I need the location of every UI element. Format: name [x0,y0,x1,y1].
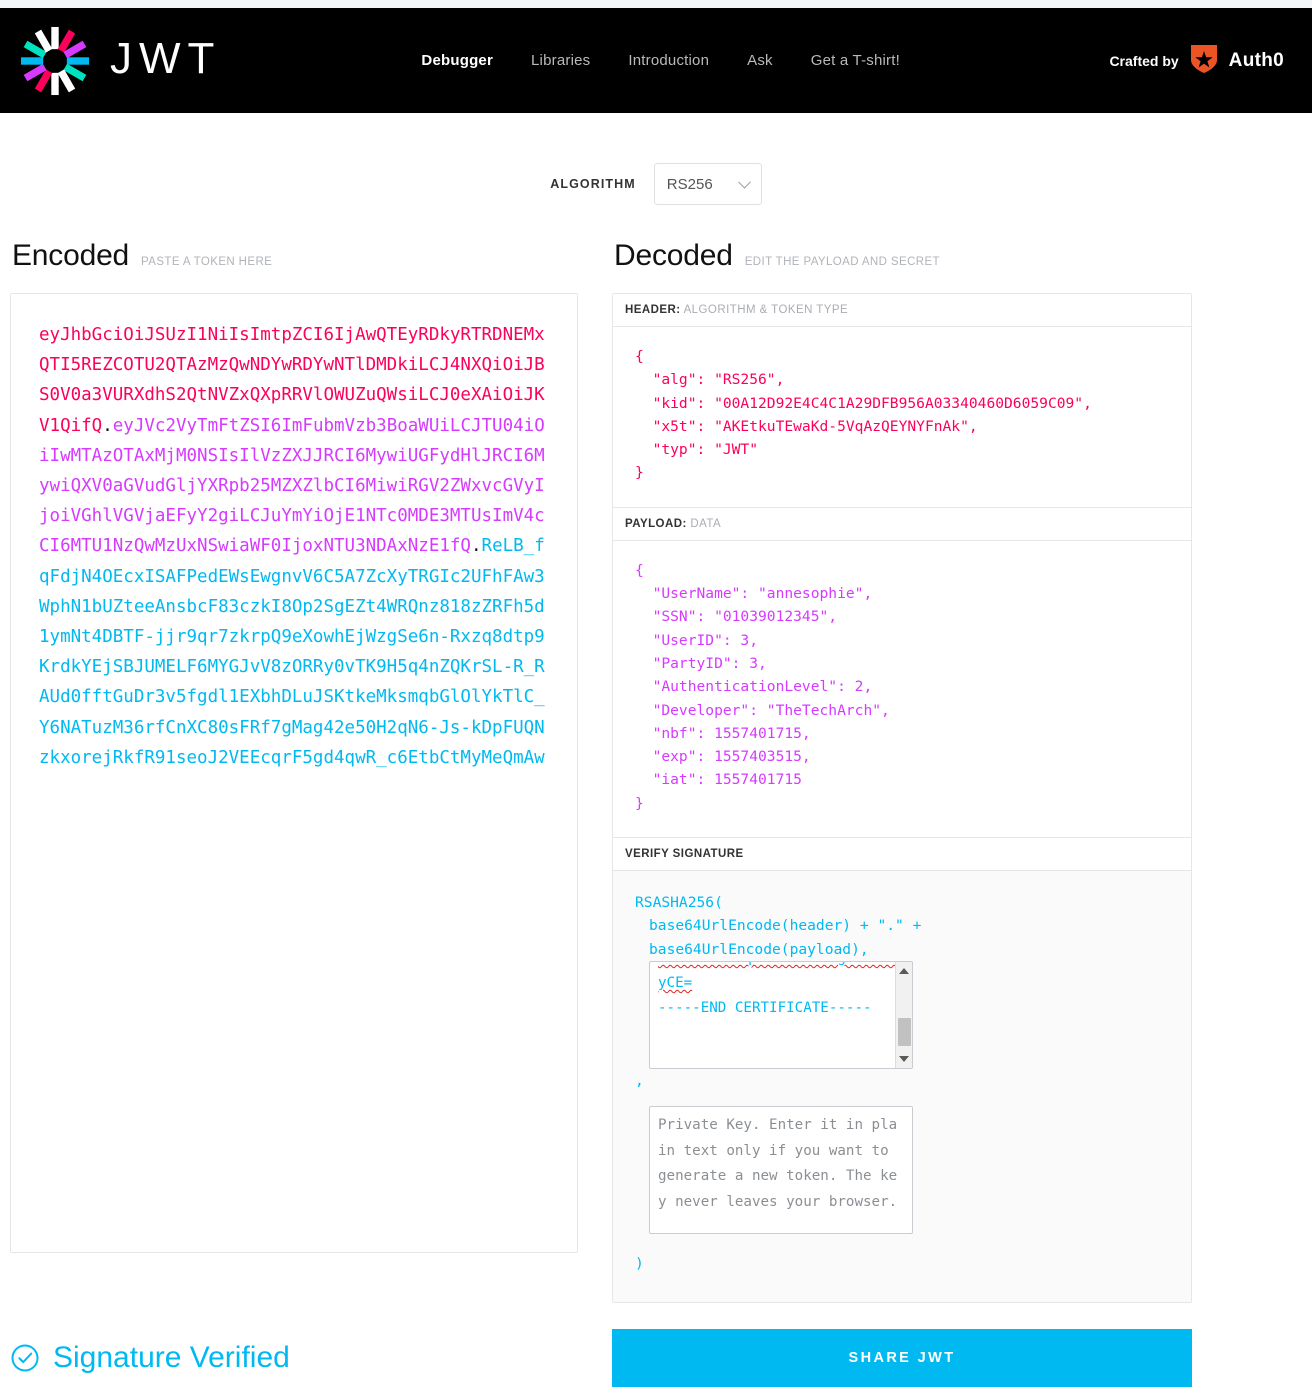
decoded-pane: Decoded EDIT THE PAYLOAD AND SECRET HEAD… [612,239,1192,1303]
algorithm-select[interactable]: RS256 [653,163,762,205]
header-panel-label-main: HEADER: [625,304,681,316]
signature-panel-label: VERIFY SIGNATURE [613,838,1191,872]
brand[interactable]: JWT [18,24,221,98]
nav-link-libraries[interactable]: Libraries [531,52,590,69]
decoded-header: Decoded EDIT THE PAYLOAD AND SECRET [612,239,1192,273]
decoded-title: Decoded [614,239,733,272]
encoded-pane: Encoded PASTE A TOKEN HERE eyJhbGciOiJSU… [10,239,578,1253]
verify-signature-body: RSASHA256( base64UrlEncode(header) + "."… [613,871,1191,1302]
auth0-brand-name: Auth0 [1228,49,1284,71]
scroll-down-arrow-icon[interactable] [899,1055,909,1062]
encoded-token-text: eyJhbGciOiJSUzI1NiIsImtpZCI6IjAwQTEyRDky… [39,320,549,773]
share-jwt-button[interactable]: SHARE JWT [612,1328,1192,1387]
payload-panel-label-sub: DATA [690,517,722,530]
decoded-panels: HEADER: ALGORITHM & TOKEN TYPE { "alg": … [612,293,1192,1303]
sig-comma: , [635,1071,644,1089]
token-dot-1: . [102,415,113,436]
chevron-down-icon [737,175,751,189]
payload-panel-label-main: PAYLOAD: [625,517,687,530]
encoded-token-input[interactable]: eyJhbGciOiJSUzI1NiIsImtpZCI6IjAwQTEyRDky… [10,293,578,1253]
sig-b64-header-line: base64UrlEncode(header) + "." + [649,917,922,935]
auth0-shield-icon [1189,43,1219,78]
public-key-field-wrap: 21KsVn86BPqCxuOEHY8hOgrIRXsP yCE= -----E… [635,960,913,1092]
public-key-scrollbar[interactable] [895,961,912,1068]
header-panel-label-sub: ALGORITHM & TOKEN TYPE [683,304,849,316]
token-signature-segment: ReLB_fqFdjN4OEcxISAFPedEWsEwgnvV6C5A7ZcX… [39,536,545,768]
payload-json-editor[interactable]: { "UserName": "annesophie", "SSN": "0103… [613,541,1191,839]
public-key-textarea[interactable]: 21KsVn86BPqCxuOEHY8hOgrIRXsP yCE= -----E… [649,960,913,1069]
public-key-line-2: yCE= [658,974,693,991]
sig-close-paren: ) [635,1255,644,1273]
header-json-editor[interactable]: { "alg": "RS256", "kid": "00A12D92E4C4C1… [613,327,1191,508]
algorithm-selected-value: RS256 [666,175,713,193]
check-circle-icon [10,1343,40,1373]
share-button-wrap: SHARE JWT [612,1328,1192,1387]
public-key-visible-text: 21KsVn86BPqCxuOEHY8hOgrIRXsP yCE= -----E… [658,962,904,1021]
brand-wordmark: JWT [110,33,222,83]
payload-panel-label: PAYLOAD: DATA [613,507,1191,541]
top-strip [0,0,1312,8]
encoded-title: Encoded [12,239,130,272]
header-panel-label: HEADER: ALGORITHM & TOKEN TYPE [613,294,1191,327]
sig-b64-payload-line: base64UrlEncode(payload), [649,940,869,958]
nav-links: Debugger Libraries Introduction Ask Get … [421,52,900,69]
navbar: JWT Debugger Libraries Introduction Ask … [0,8,1312,113]
algorithm-row: ALGORITHM RS256 [0,163,1312,205]
signature-panel-label-main: VERIFY SIGNATURE [625,848,744,861]
footer: Signature Verified SHARE JWT [0,1328,1312,1387]
jwt-pinwheel-logo-icon [18,24,92,98]
nav-link-introduction[interactable]: Introduction [628,52,709,69]
encoded-subtitle: PASTE A TOKEN HERE [141,256,273,268]
crafted-by[interactable]: Crafted by Auth0 [1109,43,1284,78]
signature-status-label: Signature Verified [53,1340,290,1374]
token-payload-segment: eyJVc2VyTmFtZSI6ImFubmVzb3BoaWUiLCJTU04i… [39,415,545,557]
signature-status: Signature Verified [10,1341,578,1375]
decoded-subtitle: EDIT THE PAYLOAD AND SECRET [744,256,940,268]
public-key-line-3: -----END CERTIFICATE----- [658,999,872,1016]
encoded-header: Encoded PASTE A TOKEN HERE [10,239,578,273]
nav-link-get-a-tshirt[interactable]: Get a T-shirt! [811,52,900,69]
algorithm-label: ALGORITHM [550,177,636,191]
scroll-up-arrow-icon[interactable] [899,967,909,974]
token-dot-2: . [470,536,482,557]
scrollbar-thumb[interactable] [898,1017,911,1046]
sig-fn-line: RSASHA256( [635,894,723,912]
nav-link-debugger[interactable]: Debugger [421,52,493,69]
private-key-textarea[interactable]: Private Key. Enter it in plain text only… [649,1106,913,1235]
panes: Encoded PASTE A TOKEN HERE eyJhbGciOiJSU… [0,239,1312,1303]
crafted-by-label: Crafted by [1109,52,1179,69]
nav-link-ask[interactable]: Ask [747,52,773,69]
public-key-line-1: 21KsVn86BPqCxuOEHY8hOgrIRXsP [658,962,904,971]
